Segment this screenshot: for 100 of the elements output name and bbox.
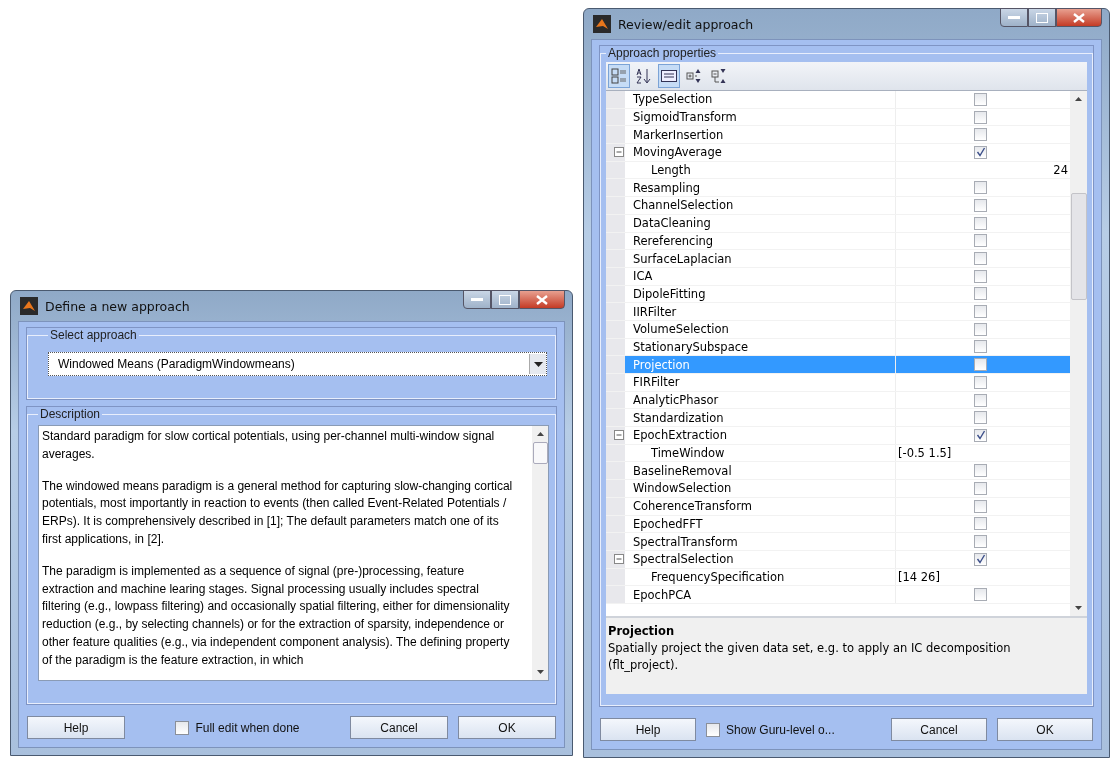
panel-icon: [661, 70, 677, 82]
checkbox-option[interactable]: Show Guru-level o...: [706, 722, 881, 737]
scrollbar-thumb[interactable]: [1070, 193, 1087, 300]
dialog-button[interactable]: Help: [27, 716, 125, 739]
checkbox[interactable]: [974, 411, 987, 425]
checkbox[interactable]: [974, 375, 987, 389]
property-row[interactable]: DipoleFitting: [606, 285, 1070, 304]
checkbox-option[interactable]: Full edit when done: [135, 720, 340, 735]
property-value[interactable]: [-0.5 1.5]: [898, 446, 952, 461]
scrollbar[interactable]: [1070, 91, 1087, 616]
description-paragraph: The paradigm is implemented as a sequence of signal (pre-)processing, feature extraction and machine learing stages. Signal processing usually includes spectral filtering (e.g., lowpass filtering) and occasionally spatial filtering, either for dimensionality reduction (e.g., by selecting channels) or for the extraction of sparsity, independence or other feature qualities (e.g., via independent component analysis). The defining property of the paradigm is the feature extraction, in which: [42, 562, 511, 669]
minus-box-icon[interactable]: [614, 554, 624, 565]
property-row[interactable]: CoherenceTransform: [606, 497, 1070, 516]
minimize-button[interactable]: [1000, 8, 1028, 27]
property-row[interactable]: SpectralSelection: [606, 550, 1070, 569]
property-row[interactable]: BaselineRemoval: [606, 462, 1070, 481]
property-row[interactable]: SurfaceLaplacian: [606, 250, 1070, 268]
checkbox[interactable]: [974, 287, 987, 301]
property-row[interactable]: WindowSelection: [606, 480, 1070, 498]
minimize-button[interactable]: [463, 290, 491, 309]
close-icon: [1073, 12, 1085, 23]
dialog-button[interactable]: Cancel: [350, 716, 448, 739]
checkbox[interactable]: [974, 322, 987, 336]
property-name: SurfaceLaplacian: [633, 251, 732, 266]
dialog-button[interactable]: Cancel: [891, 718, 987, 741]
minimize-icon: [471, 297, 483, 302]
minus-box-icon[interactable]: [614, 430, 624, 441]
app-logo-icon: [20, 297, 38, 315]
checkbox[interactable]: [974, 252, 987, 266]
property-row[interactable]: ICA: [606, 267, 1070, 286]
scrollbar-thumb[interactable]: [532, 442, 548, 464]
property-row[interactable]: TimeWindow [-0.5 1.5]: [606, 444, 1070, 463]
scroll-down-arrow-icon[interactable]: [536, 670, 544, 674]
checkbox[interactable]: [974, 358, 987, 372]
property-row[interactable]: FrequencySpecification [14 26]: [606, 568, 1070, 587]
maximize-button[interactable]: [1028, 8, 1056, 27]
dialog-button[interactable]: OK: [458, 716, 556, 739]
checkbox[interactable]: [974, 269, 987, 283]
property-row[interactable]: AnalyticPhasor: [606, 391, 1070, 410]
close-button[interactable]: [1056, 8, 1102, 27]
checkbox[interactable]: [974, 393, 987, 407]
property-row[interactable]: IIRFilter: [606, 303, 1070, 321]
property-row[interactable]: MarkerInsertion: [606, 126, 1070, 145]
close-button[interactable]: [519, 290, 565, 309]
checkbox[interactable]: [974, 464, 987, 478]
property-row[interactable]: DataCleaning: [606, 214, 1070, 233]
property-row[interactable]: Length 24: [606, 161, 1070, 180]
checkbox[interactable]: [974, 181, 987, 195]
checkbox[interactable]: [974, 588, 987, 602]
dialog-button[interactable]: Help: [600, 718, 696, 741]
approach-dropdown[interactable]: Windowed Means (ParadigmWindowmeans): [48, 352, 547, 376]
scrollbar[interactable]: [532, 426, 548, 680]
checkbox[interactable]: [974, 535, 987, 549]
property-row[interactable]: EpochedFFT: [606, 515, 1070, 534]
property-row[interactable]: SpectralTransform: [606, 533, 1070, 551]
property-row[interactable]: VolumeSelection: [606, 320, 1070, 339]
checkbox[interactable]: [974, 234, 987, 248]
checkbox[interactable]: [974, 128, 987, 142]
checkbox[interactable]: [974, 428, 987, 442]
checkbox[interactable]: [974, 499, 987, 513]
property-name: Standardization: [633, 410, 724, 425]
property-row[interactable]: MovingAverage: [606, 144, 1070, 162]
checkbox[interactable]: [974, 481, 987, 495]
property-value[interactable]: [14 26]: [898, 569, 940, 584]
help-text: Spatially project the given data set, e.g. to apply an IC decomposition (flt_project).: [608, 640, 1012, 674]
property-name: VolumeSelection: [633, 322, 729, 337]
property-name: Length: [651, 163, 691, 178]
scroll-up-arrow-icon[interactable]: [536, 432, 544, 436]
checkbox[interactable]: [974, 305, 987, 319]
checkbox[interactable]: [974, 92, 987, 106]
property-row[interactable]: EpochPCA: [606, 586, 1070, 604]
close-icon: [536, 294, 548, 305]
checkbox[interactable]: [974, 145, 987, 159]
description-text-area[interactable]: [38, 425, 549, 681]
app-logo-icon: [593, 15, 611, 33]
checkbox[interactable]: [974, 110, 987, 124]
property-row[interactable]: TypeSelection: [606, 91, 1070, 109]
dialog-button[interactable]: OK: [997, 718, 1093, 741]
property-row[interactable]: Rereferencing: [606, 232, 1070, 251]
checkbox[interactable]: [974, 340, 987, 354]
scroll-up-arrow-icon[interactable]: [1075, 97, 1082, 101]
property-row[interactable]: EpochExtraction: [606, 427, 1070, 445]
property-row[interactable]: FIRFilter: [606, 374, 1070, 392]
checkbox[interactable]: [706, 722, 720, 737]
property-name: BaselineRemoval: [633, 463, 732, 478]
maximize-button[interactable]: [491, 290, 519, 309]
property-row[interactable]: Resampling: [606, 179, 1070, 198]
checkbox[interactable]: [974, 552, 987, 566]
property-row[interactable]: SigmoidTransform: [606, 108, 1070, 127]
checkbox[interactable]: [974, 216, 987, 230]
checkbox[interactable]: [974, 198, 987, 212]
property-row[interactable]: Standardization: [606, 409, 1070, 428]
minus-box-icon[interactable]: [614, 147, 624, 158]
checkbox[interactable]: [974, 517, 987, 531]
property-name: CoherenceTransform: [633, 499, 752, 514]
checkbox[interactable]: [175, 720, 190, 735]
property-value[interactable]: 24: [1053, 163, 1070, 178]
scroll-down-arrow-icon[interactable]: [1075, 606, 1082, 610]
description-toggle-button[interactable]: [658, 64, 680, 88]
property-row[interactable]: ChannelSelection: [606, 197, 1070, 215]
